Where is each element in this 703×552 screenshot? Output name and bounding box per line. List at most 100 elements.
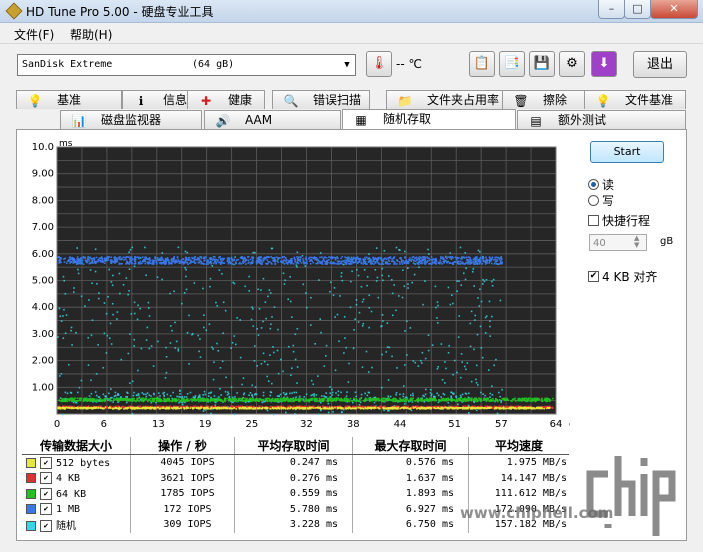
data-point <box>268 397 270 400</box>
data-point <box>368 306 371 309</box>
close-button[interactable]: ✕ <box>650 0 698 19</box>
data-point <box>358 260 361 262</box>
copy-button[interactable]: 📋 <box>469 51 495 77</box>
data-point <box>246 398 248 401</box>
tab-trash[interactable]: 🗑 擦除 <box>502 90 592 109</box>
data-point <box>351 261 353 263</box>
data-point <box>290 258 293 261</box>
data-point <box>499 299 502 302</box>
data-point <box>114 398 117 401</box>
data-point <box>387 257 389 259</box>
data-point <box>315 394 318 396</box>
drive-select[interactable]: SanDisk Extreme (64 gB) ▼ <box>17 54 356 76</box>
data-point <box>100 256 103 258</box>
data-point <box>303 396 306 398</box>
data-point <box>73 291 75 293</box>
menu-file[interactable]: 文件(F) <box>14 26 54 43</box>
data-point <box>161 257 163 259</box>
data-point <box>144 246 146 249</box>
data-point <box>170 263 173 265</box>
tab-magnifier[interactable]: 🔍 错误扫描 <box>272 90 370 109</box>
data-point <box>125 258 127 261</box>
data-point <box>212 256 215 258</box>
data-point <box>165 355 168 358</box>
data-point <box>393 397 395 400</box>
temperature-button[interactable]: 🌡 <box>366 51 392 77</box>
data-point <box>64 332 67 335</box>
data-point <box>150 345 153 347</box>
data-point <box>73 287 75 289</box>
data-point <box>210 412 212 415</box>
save-button[interactable]: 💾 <box>529 51 555 77</box>
data-point <box>442 256 444 259</box>
data-point <box>523 398 526 400</box>
data-point <box>419 359 422 362</box>
data-point <box>464 251 467 254</box>
data-point <box>431 344 434 346</box>
data-point <box>406 354 408 356</box>
copy-all-button[interactable]: 📑 <box>499 51 525 77</box>
data-point <box>119 292 121 295</box>
data-point <box>294 397 297 400</box>
data-point <box>450 395 452 398</box>
data-point <box>96 282 98 285</box>
data-point <box>462 262 464 264</box>
data-point <box>262 257 265 260</box>
data-point <box>552 397 554 400</box>
data-point <box>363 399 366 401</box>
data-point <box>112 274 114 277</box>
data-point <box>361 366 364 369</box>
data-point <box>178 398 180 401</box>
data-point <box>320 399 322 401</box>
data-point <box>310 256 313 259</box>
data-point <box>483 398 486 400</box>
data-point <box>291 400 293 403</box>
data-point <box>362 322 365 325</box>
exit-button[interactable]: 退出 <box>633 51 687 78</box>
tab-random-access[interactable]: ▦ 随机存取 <box>342 109 516 130</box>
data-point <box>382 320 384 322</box>
data-point <box>134 255 136 258</box>
download-button[interactable]: ⬇ <box>591 51 617 77</box>
data-point <box>131 380 134 383</box>
data-point <box>214 256 216 258</box>
data-point <box>158 399 160 401</box>
tab-file-benchmark[interactable]: 💡 文件基准 <box>584 90 686 109</box>
minimize-button[interactable]: – <box>598 0 625 19</box>
tab-health[interactable]: ✚ 健康 <box>187 90 265 109</box>
options-button[interactable]: ⚙ <box>559 51 585 77</box>
data-point <box>313 395 316 397</box>
data-point <box>424 399 427 401</box>
tab-speaker[interactable]: 🔊 AAM <box>204 110 341 129</box>
tab-folder[interactable]: 📁 文件夹占用率 <box>386 90 518 109</box>
data-point <box>79 260 82 263</box>
chevron-down-icon[interactable]: ▼ <box>339 55 355 75</box>
data-point <box>396 259 398 262</box>
data-point <box>161 278 163 281</box>
data-point <box>185 268 187 271</box>
data-point <box>262 277 265 280</box>
tab-benchmark[interactable]: 💡 基准 <box>16 90 122 109</box>
data-point <box>460 353 463 355</box>
data-point <box>345 346 347 349</box>
data-point <box>96 399 99 402</box>
data-point <box>456 290 458 293</box>
data-point <box>197 400 200 403</box>
data-point <box>130 262 133 265</box>
data-point <box>444 256 447 259</box>
data-point <box>407 262 410 265</box>
data-point <box>321 262 323 265</box>
menu-help[interactable]: 帮助(H) <box>70 26 112 43</box>
data-point <box>320 331 322 334</box>
restore-button[interactable]: □ <box>624 0 651 19</box>
data-point <box>142 260 144 263</box>
data-point <box>168 397 170 400</box>
data-point <box>341 279 344 282</box>
window-title: HD Tune Pro 5.00 - 硬盘专业工具 <box>26 5 214 19</box>
data-point <box>328 256 330 258</box>
data-point <box>176 395 178 398</box>
data-point <box>178 262 181 265</box>
tab-extra-test[interactable]: ▤ 额外测试 <box>517 110 686 129</box>
data-point <box>456 399 458 402</box>
tab-monitor[interactable]: 📊 磁盘监视器 <box>60 110 202 129</box>
